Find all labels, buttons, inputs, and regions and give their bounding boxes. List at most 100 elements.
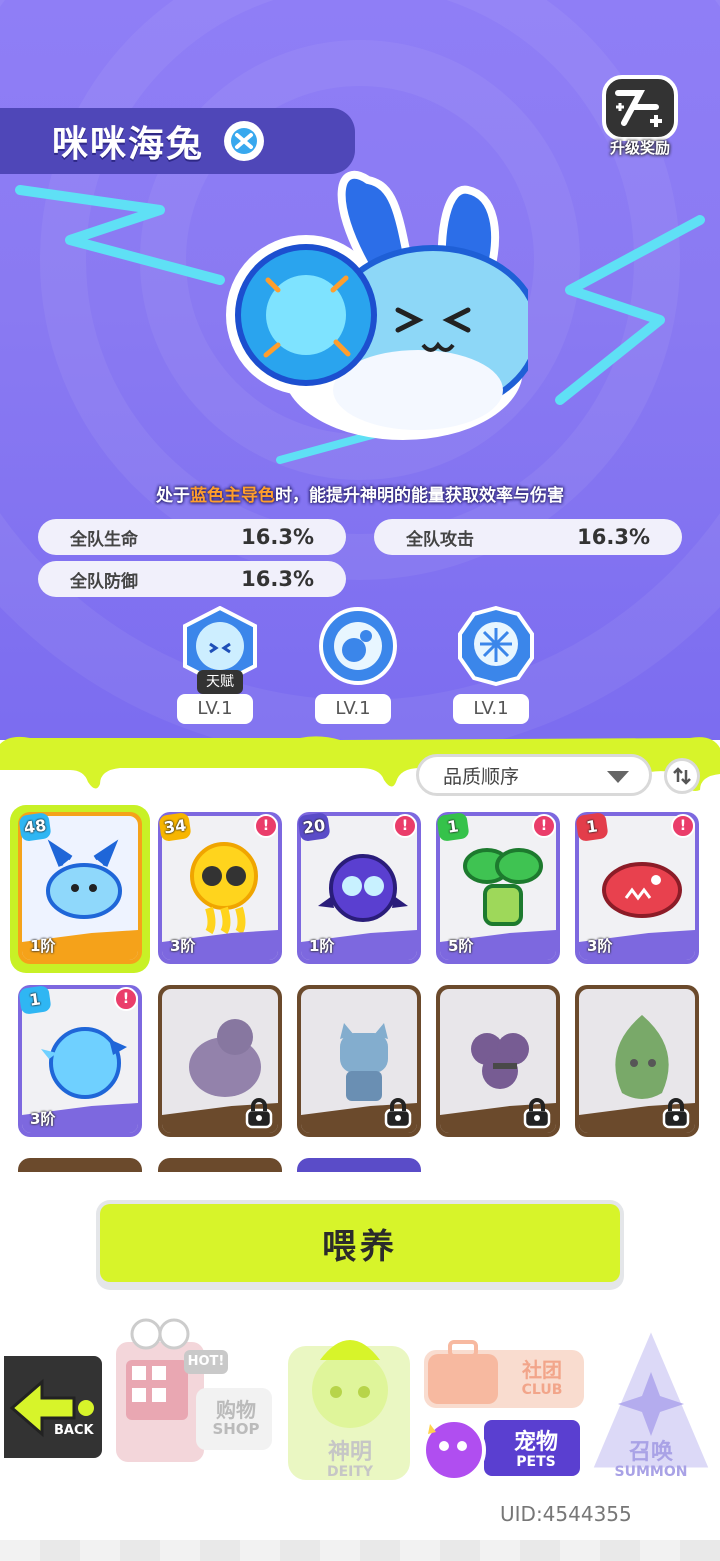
pet-card[interactable]: 5阶 1! <box>436 812 560 964</box>
pet-name: 咪咪海兔 <box>52 124 205 165</box>
pet-card[interactable]: 1阶 48 <box>18 812 142 964</box>
purple-bat-cat-pet-icon <box>318 854 408 922</box>
chevron-down-icon <box>607 771 629 783</box>
pet-card[interactable] <box>297 985 421 1137</box>
pet-card-face <box>440 989 556 1133</box>
pet-level-badge: 48 <box>18 812 52 842</box>
pet-tier: 3阶 <box>170 937 196 955</box>
red-piranha-pet-icon <box>602 862 682 918</box>
nav-deity-label: 神明 <box>327 1440 372 1465</box>
skill-bubble[interactable]: LV.1 <box>315 606 398 724</box>
stat-label: 全队防御 <box>70 571 138 592</box>
nav-deity[interactable]: 神明 DEITY <box>280 1320 418 1490</box>
bottom-decoration <box>0 1540 720 1561</box>
pet-level-badge: 34 <box>158 812 192 842</box>
nav-club-label: 社团 <box>522 1358 562 1382</box>
lightning-decoration <box>555 215 705 405</box>
nav-pets-label: 宠物 <box>513 1430 558 1455</box>
upgrade-reward-button[interactable]: 升级奖励 <box>597 75 683 163</box>
dominant-color-highlight: 蓝色主导色 <box>190 486 275 506</box>
pet-tier: 1阶 <box>30 937 56 955</box>
stat-team-defense: 全队防御 16.3% <box>38 561 346 597</box>
featured-pet-art <box>226 170 528 440</box>
nav-shop[interactable]: HOT! 购物 SHOP <box>106 1310 276 1470</box>
sort-direction-button[interactable] <box>664 758 700 794</box>
skill-level: LV.1 <box>315 694 391 724</box>
pet-card-face <box>162 989 278 1133</box>
hot-badge: HOT! <box>184 1350 228 1374</box>
stat-team-hp: 全队生命 16.3% <box>38 519 346 555</box>
pet-card-partial[interactable] <box>158 1158 282 1172</box>
pet-card[interactable]: 3阶 1! <box>18 985 142 1137</box>
green-sprout-pet-icon <box>463 848 543 926</box>
pet-card-face <box>579 989 695 1133</box>
pet-tier: 3阶 <box>30 1110 56 1128</box>
lock-icon <box>523 1098 551 1129</box>
sort-dropdown[interactable]: 品质顺序 <box>416 754 652 796</box>
nav-club-sublabel: CLUB <box>521 1382 563 1398</box>
pet-card[interactable]: 3阶 34! <box>158 812 282 964</box>
alert-badge: ! <box>532 814 556 838</box>
bubble-skill-icon <box>319 607 397 685</box>
pet-card-partial[interactable] <box>18 1158 142 1172</box>
pet-level-badge: 1 <box>18 985 52 1015</box>
lightning-decoration <box>15 185 225 285</box>
upgrade-reward-label: 升级奖励 <box>609 139 670 157</box>
yellow-jellyfish-pet-icon <box>190 842 258 935</box>
nav-deity-sublabel: DEITY <box>326 1464 374 1480</box>
pet-level-badge: 20 <box>297 812 331 842</box>
stat-label: 全队生命 <box>70 529 138 550</box>
talent-tag: 天赋 <box>197 670 243 694</box>
blue-cat-pet-icon <box>340 1023 388 1101</box>
nav-shop-sublabel: SHOP <box>212 1420 260 1438</box>
water-element-icon <box>224 121 265 161</box>
stat-value: 16.3% <box>577 525 650 549</box>
nav-summon-label: 召唤 <box>628 1440 673 1465</box>
green-leaf-pet-icon <box>615 1015 669 1099</box>
pet-description: 处于蓝色主导色时，能提升神明的能量获取效率与伤害 <box>156 486 564 506</box>
feed-button-label: 喂养 <box>100 1204 620 1282</box>
nav-club[interactable]: 社团 CLUB <box>420 1336 588 1412</box>
blue-bird-pet-icon <box>41 1027 127 1099</box>
back-arrow-icon: BACK <box>9 1378 95 1438</box>
pet-tier: 1阶 <box>309 937 335 955</box>
pompom-skill-icon <box>458 605 534 687</box>
stat-value: 16.3% <box>241 567 314 591</box>
skill-level: LV.1 <box>453 694 529 724</box>
pet-card-partial[interactable] <box>297 1158 421 1172</box>
skill-pompom[interactable]: LV.1 <box>453 605 536 724</box>
nav-shop-label: 购物 <box>216 1398 256 1422</box>
list-fade <box>0 1172 720 1200</box>
pet-card[interactable] <box>436 985 560 1137</box>
grape-bunch-pet-icon <box>471 1033 529 1089</box>
nav-pets[interactable]: 宠物 PETS <box>410 1412 586 1484</box>
pet-card[interactable]: 1阶 20! <box>297 812 421 964</box>
sort-arrows-icon <box>673 767 691 785</box>
stat-label: 全队攻击 <box>406 529 474 550</box>
skill-talent[interactable]: 天赋 LV.1 <box>177 605 260 724</box>
lock-icon <box>662 1098 690 1129</box>
alert-badge: ! <box>393 814 417 838</box>
sort-selected-value: 品质顺序 <box>443 765 520 788</box>
pet-tier: 3阶 <box>587 937 613 955</box>
pet-level-badge: 1 <box>436 812 470 842</box>
blue-axolotl-pet-icon <box>46 839 122 919</box>
skill-level: LV.1 <box>177 694 253 724</box>
pet-card[interactable] <box>158 985 282 1137</box>
vending-machine-icon <box>112 1318 272 1466</box>
feed-button[interactable]: 喂养 <box>96 1200 624 1290</box>
nav-summon-sublabel: SUMMON <box>614 1464 688 1480</box>
lock-icon <box>384 1098 412 1129</box>
back-button[interactable]: BACK <box>0 1352 106 1462</box>
pet-card[interactable]: 3阶 1! <box>575 812 699 964</box>
nav-summon[interactable]: 召唤 SUMMON <box>586 1320 716 1490</box>
stat-value: 16.3% <box>241 525 314 549</box>
alert-badge: ! <box>671 814 695 838</box>
pet-card[interactable] <box>575 985 699 1137</box>
back-label: BACK <box>54 1423 95 1438</box>
user-id: UID:4544355 <box>500 1502 632 1526</box>
pet-card-face <box>301 989 417 1133</box>
lock-icon <box>245 1098 273 1129</box>
nav-pets-sublabel: PETS <box>516 1454 556 1470</box>
purple-pigeon-pet-icon <box>189 1019 261 1097</box>
